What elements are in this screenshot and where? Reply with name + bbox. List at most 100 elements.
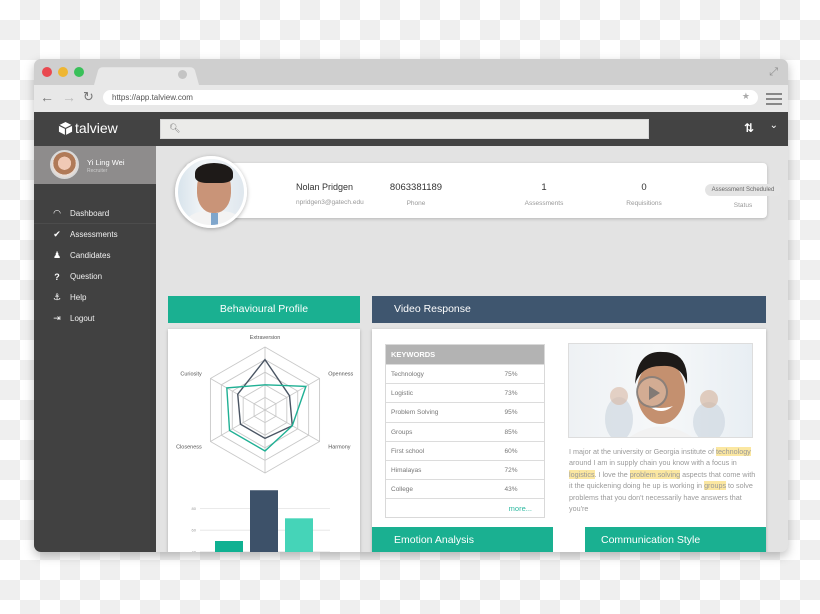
chevron-down-icon[interactable]: ⌄ <box>770 120 778 131</box>
sidebar-item-dashboard[interactable]: ◠ Dashboard <box>34 203 156 224</box>
more-keywords-link[interactable]: more... <box>386 498 544 517</box>
browser-window: ⤢ ← → ↻ https://app.talview.com ★ talvie… <box>34 59 788 552</box>
tab-close-icon[interactable] <box>178 70 187 79</box>
user-role: Recruiter <box>87 168 108 174</box>
assessments-label: Assessments <box>524 200 564 207</box>
keyword-score: 43% <box>504 486 518 494</box>
sidebar-item-candidates[interactable]: ♟ Candidates <box>34 245 156 266</box>
keyword-name: Groups <box>391 428 413 436</box>
highlighted-keyword: groups <box>704 481 727 491</box>
behavioural-profile-header: Behavioural Profile <box>168 296 360 323</box>
keywords-header: KEYWORDS <box>386 345 544 364</box>
question-icon: ? <box>54 271 60 282</box>
radar-spoke <box>264 378 320 411</box>
keyword-row: College 43% <box>386 479 544 498</box>
keyword-name: Problem Solving <box>391 409 439 417</box>
avatar <box>50 150 79 179</box>
address-bar[interactable]: https://app.talview.com ★ <box>103 90 758 105</box>
phone-value: 8063381189 <box>389 182 443 193</box>
sidebar-item-label: Candidates <box>70 251 111 260</box>
sort-icon[interactable]: ⇅ <box>744 121 754 135</box>
search-icon: 🔍︎ <box>169 123 181 133</box>
radar-axis-label: Closeness <box>176 445 202 451</box>
bar-b <box>250 490 278 552</box>
requisitions-stat: 0 Requisitions <box>599 182 689 207</box>
y-tick-label: 60 <box>192 528 197 533</box>
forward-arrow-icon[interactable]: → <box>62 89 76 105</box>
keyword-score: 73% <box>504 390 518 398</box>
app-header: talview 🔍︎ ⇅ ⌄ <box>34 112 788 146</box>
bookmark-star-icon[interactable]: ★ <box>742 92 750 101</box>
brand-name: talview <box>75 120 118 136</box>
play-icon[interactable] <box>636 376 668 408</box>
check-icon: ✔ <box>53 229 61 239</box>
keyword-name: College <box>391 486 414 494</box>
users-icon: ♟ <box>52 250 62 260</box>
assessments-stat: 1 Assessments <box>499 182 589 207</box>
keyword-score: 60% <box>504 447 518 455</box>
highlighted-keyword: technology <box>716 447 751 456</box>
sidebar-item-label: Assessments <box>70 230 118 239</box>
radar-axis-label: Curiosity <box>180 372 202 378</box>
keyword-row: Problem Solving 95% <box>386 402 544 421</box>
keyword-name: Logistic <box>391 390 414 398</box>
fullscreen-icon[interactable]: ⤢ <box>769 66 778 79</box>
browser-menu-icon[interactable] <box>766 93 782 108</box>
status-badge: Assessment Scheduled <box>704 184 782 196</box>
keyword-row: First school 60% <box>386 440 544 460</box>
candidate-email[interactable]: npridgen3@gatech.edu <box>296 199 364 206</box>
search-input[interactable]: 🔍︎ <box>160 119 649 139</box>
y-tick-label: 40 <box>192 549 197 552</box>
sidebar-item-question[interactable]: ? Question <box>34 266 156 287</box>
keyword-score: 75% <box>504 371 518 378</box>
sidebar-item-help[interactable]: ⚓︎ Help <box>34 287 156 308</box>
sidebar-nav: ◠ Dashboard ✔ Assessments ♟ Candidates ?… <box>34 184 156 329</box>
keyword-name: Technology <box>391 371 424 378</box>
sidebar-item-label: Dashboard <box>70 208 110 218</box>
candidate-photo <box>175 156 247 228</box>
video-response-panel: KEYWORDS Technology 75% Logistic 73% Problem… <box>372 329 766 552</box>
main-content: Nolan Pridgen npridgen3@gatech.edu 80633… <box>156 146 788 552</box>
user-name: Yi Ling Wei <box>87 158 125 167</box>
phone-label: Phone <box>406 200 426 207</box>
radar-axis-label: Openness <box>328 372 353 378</box>
y-tick-label: 80 <box>192 506 197 511</box>
emotion-analysis-header: Emotion Analysis <box>372 527 553 552</box>
video-player[interactable] <box>568 343 753 438</box>
highlighted-keyword: problem solving <box>629 469 681 479</box>
highlighted-keyword: logistics <box>569 469 595 479</box>
url-text: https://app.talview.com <box>112 93 193 102</box>
keyword-name: First school <box>391 447 425 455</box>
anchor-icon: ⚓︎ <box>52 292 62 302</box>
sidebar-item-assessments[interactable]: ✔ Assessments <box>34 224 156 245</box>
back-arrow-icon[interactable]: ← <box>40 89 54 105</box>
user-profile[interactable]: Yi Ling Wei Recruiter <box>34 146 156 184</box>
sidebar-item-label: Help <box>70 293 87 302</box>
title-bar: ⤢ <box>34 59 788 85</box>
keyword-score: 85% <box>504 428 518 436</box>
keyword-row: Groups 85% <box>386 421 544 441</box>
communication-style-header: Communication Style <box>585 527 766 552</box>
sidebar-item-logout[interactable]: ⇥ Logout <box>34 308 156 329</box>
keyword-name: Himalayas <box>391 466 422 474</box>
video-response-header: Video Response <box>372 296 766 323</box>
talview-logo[interactable]: talview <box>58 120 118 136</box>
sidebar: Yi Ling Wei Recruiter ◠ Dashboard ✔ Asse… <box>34 146 156 552</box>
maximize-window-button[interactable] <box>74 67 84 77</box>
sidebar-item-label: Logout <box>70 314 95 323</box>
bar-c <box>285 518 313 552</box>
radar-spoke <box>210 409 266 442</box>
requisitions-label: Requisitions <box>626 200 662 207</box>
reload-icon[interactable]: ↻ <box>83 89 94 105</box>
candidate-name: Nolan Pridgen <box>296 182 354 192</box>
radar-axis-label: Harmony <box>328 445 351 451</box>
keyword-row: Logistic 73% <box>386 383 544 402</box>
keyword-score: 95% <box>504 409 518 417</box>
keywords-table: KEYWORDS Technology 75% Logistic 73% Problem… <box>385 344 545 519</box>
transcript-segment: . I love the <box>594 469 630 479</box>
candidate-card: Nolan Pridgen npridgen3@gatech.edu 80633… <box>186 163 782 218</box>
keyword-row: Himalayas 72% <box>386 459 544 479</box>
close-window-button[interactable] <box>42 67 52 77</box>
transcript-segment: I major at the university or Georgia ins… <box>569 447 717 456</box>
minimize-window-button[interactable] <box>58 67 68 77</box>
